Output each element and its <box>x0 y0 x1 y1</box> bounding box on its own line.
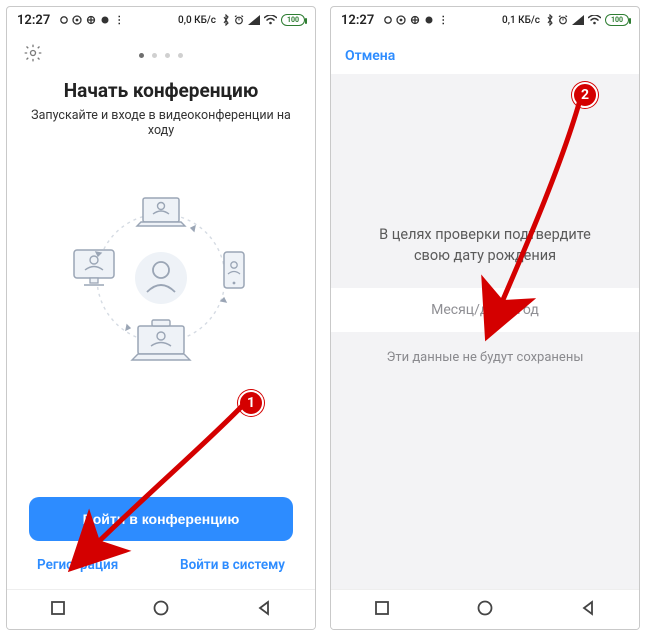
status-network-speed: 0,1 КБ/с <box>502 15 540 26</box>
menu-dots-icon: ⋮ <box>438 15 448 26</box>
signal-icon <box>572 15 584 25</box>
status-icon <box>72 15 82 25</box>
back-button[interactable] <box>256 600 272 620</box>
alarm-icon <box>558 15 568 25</box>
bluetooth-icon <box>222 14 230 26</box>
dob-input[interactable]: Месяц/день/год <box>331 288 639 332</box>
status-icon <box>86 15 96 25</box>
status-icon <box>424 15 434 25</box>
join-conference-label: Войти в конференцию <box>83 511 240 527</box>
wifi-icon <box>588 15 601 25</box>
battery-icon: 100 <box>281 14 305 26</box>
status-time: 12:27 <box>341 13 374 28</box>
signal-icon <box>248 15 260 25</box>
signup-link[interactable]: Регистрация <box>37 557 118 573</box>
status-icon <box>396 15 406 25</box>
back-button[interactable] <box>580 600 596 620</box>
page-indicator <box>43 53 279 58</box>
status-icon <box>384 16 392 24</box>
annotation-badge-1: 1 <box>238 390 264 416</box>
dob-verification-panel: В целях проверки подтвердите свою дату р… <box>331 74 639 589</box>
settings-gear-icon[interactable] <box>23 43 43 67</box>
status-bar: 12:27 ⋮ 0,1 КБ/с 100 <box>331 7 639 33</box>
status-bar: 12:27 ⋮ 0,0 КБ/с 100 <box>7 7 315 33</box>
bluetooth-icon <box>546 14 554 26</box>
signin-link[interactable]: Войти в систему <box>180 557 285 573</box>
status-time: 12:27 <box>17 13 50 28</box>
alarm-icon <box>234 15 244 25</box>
page-subtitle: Запускайте и входе в видеоконференции на… <box>7 108 315 138</box>
status-network-speed: 0,0 КБ/с <box>178 15 216 26</box>
status-icon <box>60 16 68 24</box>
status-icon <box>100 15 110 25</box>
android-navbar <box>7 589 315 629</box>
recents-button[interactable] <box>374 600 390 620</box>
menu-dots-icon: ⋮ <box>114 15 124 26</box>
battery-icon: 100 <box>605 14 629 26</box>
annotation-badge-2: 2 <box>572 82 598 108</box>
dob-note: Эти данные не будут сохранены <box>387 350 584 365</box>
phone-screen-1: 12:27 ⋮ 0,0 КБ/с 100 Начать конференцию … <box>6 6 316 630</box>
dob-prompt: В целях проверки подтвердите свою дату р… <box>355 224 615 266</box>
status-icon <box>410 15 420 25</box>
recents-button[interactable] <box>50 600 66 620</box>
page-title: Начать конференцию <box>7 79 315 102</box>
home-button[interactable] <box>152 599 170 621</box>
cancel-button[interactable]: Отмена <box>345 48 395 64</box>
wifi-icon <box>264 15 277 25</box>
conference-illustration <box>7 178 315 388</box>
home-button[interactable] <box>476 599 494 621</box>
android-navbar <box>331 589 639 629</box>
join-conference-button[interactable]: Войти в конференцию <box>29 497 293 541</box>
